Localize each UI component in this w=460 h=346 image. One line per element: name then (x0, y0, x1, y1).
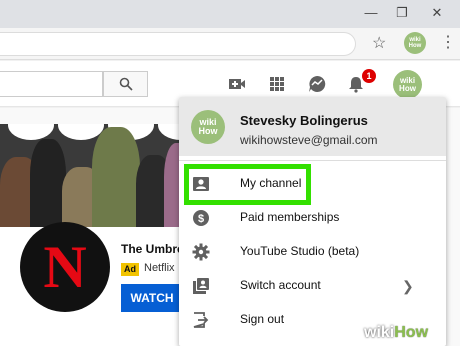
account-avatar-button[interactable]: wiki How (393, 70, 422, 99)
account-email: wikihowsteve@gmail.com (240, 133, 378, 147)
channel-banner-image[interactable] (0, 124, 190, 227)
ad-brand-name: Netflix (144, 262, 175, 274)
menu-item-youtube-studio[interactable]: YouTube Studio (beta) (179, 235, 446, 269)
wikihow-watermark: wiki How (364, 320, 460, 346)
account-menu-header: wiki How Stevesky Bolingerus wikihowstev… (179, 97, 446, 156)
logo-letter: N (43, 233, 87, 300)
apps-grid-icon[interactable] (268, 75, 286, 93)
avatar-text-bottom: How (408, 43, 422, 49)
star-icon[interactable]: ☆ (372, 34, 386, 54)
address-bar[interactable] (0, 32, 356, 56)
banner-figure (92, 127, 140, 227)
netflix-logo-icon[interactable]: N (20, 222, 110, 312)
watch-button[interactable]: WATCH (121, 284, 183, 312)
banner-bubble (8, 124, 54, 140)
restore-icon[interactable]: ❐ (393, 4, 411, 22)
menu-item-label: Paid memberships (240, 210, 340, 224)
browser-toolbar: ☆ wiki How ⋮ (0, 28, 460, 60)
close-icon[interactable]: ✕ (428, 4, 446, 22)
avatar-text-bottom: How (399, 83, 416, 93)
kebab-menu-icon[interactable]: ⋮ (440, 32, 456, 54)
browser-title-bar: — ❐ ✕ (0, 0, 460, 28)
channel-title[interactable]: The Umbre (121, 242, 184, 256)
ad-badge: Ad (121, 263, 139, 276)
account-menu: wiki How Stevesky Bolingerus wikihowstev… (179, 97, 446, 346)
menu-item-label: Switch account (240, 278, 321, 292)
menu-item-label: Sign out (240, 312, 285, 326)
watermark-wiki: wiki (364, 324, 395, 341)
menu-item-my-channel[interactable]: My channel (179, 167, 446, 201)
account-name: Stevesky Bolingerus (240, 113, 368, 128)
watermark-how: How (394, 324, 429, 341)
search-icon (119, 77, 133, 91)
menu-divider (179, 160, 446, 161)
banner-figure (30, 139, 66, 227)
account-menu-avatar: wiki How (191, 110, 225, 144)
sign-out-icon (193, 312, 209, 328)
minimize-icon[interactable]: — (362, 4, 380, 22)
switch-account-icon (193, 278, 209, 294)
person-box-icon (193, 177, 209, 191)
menu-item-label: YouTube Studio (beta) (240, 244, 360, 258)
notification-count-badge: 1 (362, 69, 376, 83)
messages-icon[interactable] (308, 75, 326, 93)
menu-item-paid-memberships[interactable]: $ Paid memberships (179, 201, 446, 235)
svg-text:$: $ (198, 213, 204, 225)
avatar-text-bottom: How (198, 126, 218, 136)
browser-profile-avatar[interactable]: wiki How (404, 32, 426, 54)
search-input[interactable] (0, 71, 103, 97)
create-video-icon[interactable] (228, 75, 246, 93)
chevron-right-icon: ❯ (402, 278, 414, 294)
menu-item-label: My channel (240, 176, 302, 190)
search-button[interactable] (103, 71, 148, 97)
gear-icon (192, 243, 210, 261)
dollar-circle-icon: $ (193, 210, 209, 226)
menu-item-switch-account[interactable]: Switch account ❯ (179, 269, 446, 303)
